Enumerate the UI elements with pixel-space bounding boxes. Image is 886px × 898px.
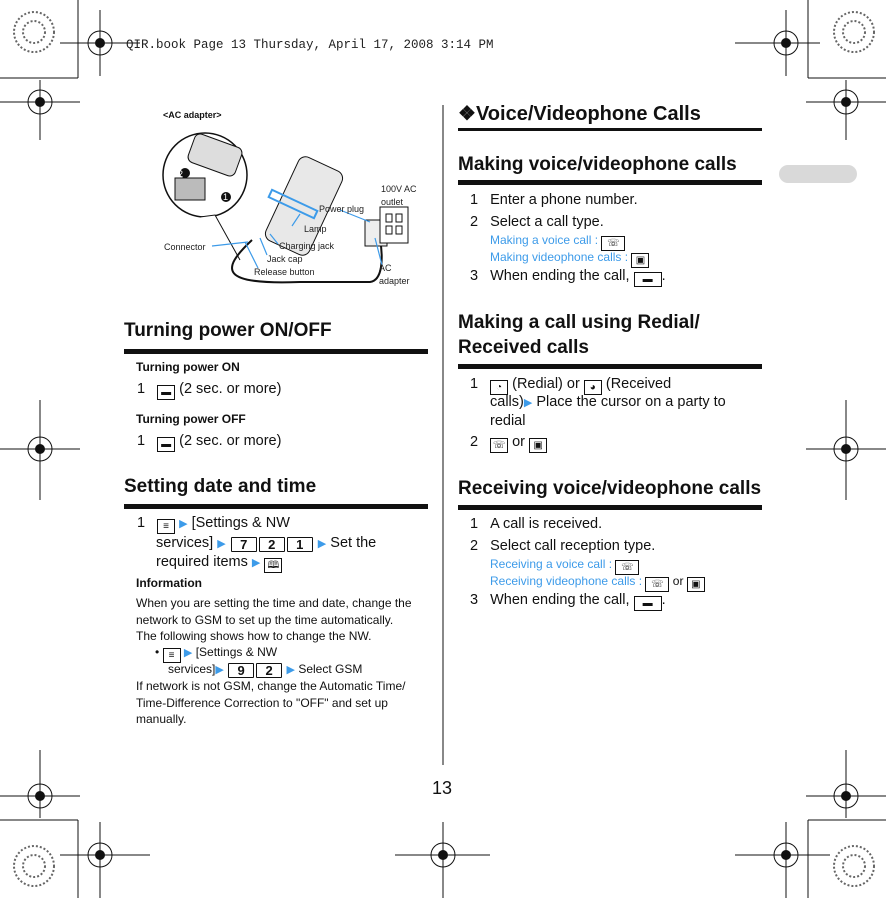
section-bar bbox=[458, 364, 762, 369]
step: 2 Select a call type. bbox=[470, 214, 604, 230]
print-header: QIR.book Page 13 Thursday, April 17, 200… bbox=[126, 38, 494, 52]
key-2: 2 bbox=[258, 537, 285, 552]
arrow-icon: ▶ bbox=[217, 538, 226, 550]
crop-marks bbox=[0, 0, 886, 898]
call-key-icon: ☏ bbox=[601, 236, 626, 251]
step: 1 ◔ (Redial) or ◕ (Received bbox=[470, 376, 672, 395]
videophone-key-icon: ▣ bbox=[529, 438, 548, 453]
section-title-redial-2: Received calls bbox=[458, 337, 589, 358]
chapter-title: ❖Voice/Videophone Calls bbox=[458, 103, 701, 125]
section-bar bbox=[124, 504, 428, 509]
info-text: network to GSM to set up the time automa… bbox=[136, 613, 394, 627]
svg-text:2: 2 bbox=[178, 169, 183, 179]
step: 1A call is received. bbox=[470, 516, 603, 532]
videophone-key-icon: ▣ bbox=[686, 577, 705, 592]
info-text: If network is not GSM, change the Automa… bbox=[136, 679, 406, 693]
document-page: QIR.book Page 13 Thursday, April 17, 200… bbox=[0, 0, 886, 898]
section-bar bbox=[458, 180, 762, 185]
section-title-receiving: Receiving voice/videophone calls bbox=[458, 478, 762, 499]
info-text: manually. bbox=[136, 712, 187, 726]
information-heading: Information bbox=[136, 576, 202, 590]
arrow-icon: ▶ bbox=[251, 557, 261, 569]
svg-text:Charging jack: Charging jack bbox=[279, 241, 335, 251]
end-key-icon: ▬ bbox=[633, 272, 662, 287]
arrow-icon: ▶ bbox=[215, 664, 224, 676]
voice-call-hint: Making a voice call : ☏ bbox=[490, 233, 626, 251]
key-1: 1 bbox=[286, 537, 313, 552]
subheading-power-off: Turning power OFF bbox=[136, 412, 246, 426]
end-key-icon: ▬ bbox=[157, 385, 176, 400]
call-key-icon: ☏ bbox=[645, 577, 670, 592]
key-2: 2 bbox=[256, 663, 283, 678]
redial-key-icon: ◔ bbox=[490, 380, 509, 395]
videophone-key-icon: ▣ bbox=[631, 253, 650, 268]
step-line: redial bbox=[490, 413, 526, 429]
menu-key-icon: ≡ bbox=[157, 519, 176, 534]
arrow-icon: ▶ bbox=[179, 518, 188, 530]
step: 2 Select call reception type. bbox=[470, 538, 656, 554]
step: 3 When ending the call, ▬. bbox=[470, 592, 666, 611]
section-title-redial: Making a call using Redial/ bbox=[458, 312, 700, 333]
subheading-power-on: Turning power ON bbox=[136, 360, 240, 374]
info-text: Time-Difference Correction to "OFF" and … bbox=[136, 696, 388, 710]
step-1-line: 1 ≡ ▶ [Settings & NW bbox=[137, 515, 290, 534]
svg-text:Connector: Connector bbox=[164, 242, 206, 252]
step: 2 ☏ or ▣ bbox=[470, 434, 548, 453]
video-call-hint: Making videophone calls : ▣ bbox=[490, 250, 650, 268]
ac-adapter-diagram: 2 1 100V AC outlet Power plug Lamp Conne… bbox=[162, 132, 417, 286]
section-title-date: Setting date and time bbox=[124, 476, 317, 497]
voice-receive-hint: Receiving a voice call : ☏ bbox=[490, 557, 640, 575]
svg-text:outlet: outlet bbox=[381, 197, 404, 207]
key-9: 9 bbox=[228, 663, 255, 678]
menu-key-icon: ≡ bbox=[162, 648, 181, 663]
chapter-bar bbox=[458, 128, 762, 131]
section-title-making: Making voice/videophone calls bbox=[458, 154, 737, 175]
step-power-on: 1 ▬ (2 sec. or more) bbox=[137, 381, 282, 400]
section-bar bbox=[458, 505, 762, 510]
section-bar bbox=[124, 349, 428, 354]
svg-text:1: 1 bbox=[223, 192, 228, 202]
end-key-icon: ▬ bbox=[157, 437, 176, 452]
call-key-icon: ☏ bbox=[615, 560, 640, 575]
arrow-icon: ▶ bbox=[286, 664, 295, 676]
step: 3 When ending the call, ▬. bbox=[470, 268, 666, 287]
svg-text:Lamp: Lamp bbox=[304, 224, 327, 234]
key-7: 7 bbox=[230, 537, 257, 552]
end-key-icon: ▬ bbox=[633, 596, 662, 611]
book-key-icon: 🕮 bbox=[264, 558, 283, 573]
page-number: 13 bbox=[432, 778, 453, 798]
info-bullet: • ≡ ▶ [Settings & NW bbox=[155, 645, 278, 663]
step: 1 Enter a phone number. bbox=[470, 192, 638, 208]
step-power-off: 1 ▬ (2 sec. or more) bbox=[137, 433, 282, 452]
info-text: When you are setting the time and date, … bbox=[136, 596, 412, 610]
arrow-icon: ▶ bbox=[183, 647, 193, 659]
step-1-line: required items ▶ 🕮 bbox=[156, 554, 283, 573]
step-line: calls)▶ Place the cursor on a party to bbox=[490, 394, 726, 410]
svg-text:Release button: Release button bbox=[254, 267, 315, 277]
video-receive-hint: Receiving videophone calls : ☏ or ▣ bbox=[490, 574, 705, 592]
info-bullet-line: services]▶ 92 ▶ Select GSM bbox=[168, 662, 363, 678]
svg-text:adapter: adapter bbox=[379, 276, 410, 286]
svg-text:AC: AC bbox=[379, 263, 392, 273]
section-title-power: Turning power ON/OFF bbox=[124, 320, 332, 341]
arrow-icon: ▶ bbox=[317, 538, 327, 550]
info-text: The following shows how to change the NW… bbox=[136, 629, 372, 643]
svg-text:100V AC: 100V AC bbox=[381, 184, 417, 194]
svg-text:Jack cap: Jack cap bbox=[267, 254, 303, 264]
call-key-icon: ☏ bbox=[490, 438, 509, 453]
received-calls-key-icon: ◕ bbox=[583, 380, 602, 395]
step-1-line: services] ▶ 721 ▶ Set the bbox=[156, 535, 377, 552]
diagram-title: <AC adapter> bbox=[163, 110, 222, 120]
svg-text:Power plug: Power plug bbox=[319, 204, 364, 214]
index-tab bbox=[779, 165, 857, 183]
arrow-icon: ▶ bbox=[523, 397, 533, 409]
